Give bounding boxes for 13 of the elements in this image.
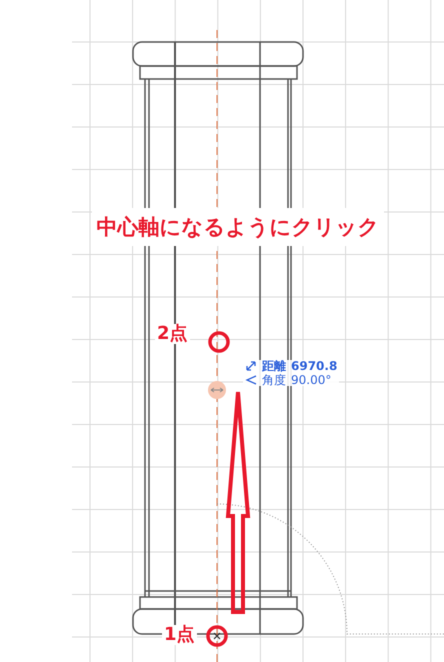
point-marker bbox=[206, 625, 228, 647]
angle-icon bbox=[245, 374, 257, 386]
instruction-text: 中心軸になるようにクリック bbox=[96, 216, 380, 238]
point-marker bbox=[208, 331, 230, 353]
point-label: 2点 bbox=[155, 324, 190, 344]
cursor-icon bbox=[208, 381, 226, 399]
snap-cross-icon bbox=[213, 632, 221, 640]
measure-label: 距離 bbox=[262, 360, 286, 372]
measure-value: 6970.8 bbox=[291, 360, 338, 372]
measure-label: 角度 bbox=[262, 374, 286, 386]
diagonal-arrow-icon bbox=[245, 360, 257, 372]
point-label: 1点 bbox=[162, 625, 197, 645]
measure-value: 90.00° bbox=[291, 374, 332, 386]
